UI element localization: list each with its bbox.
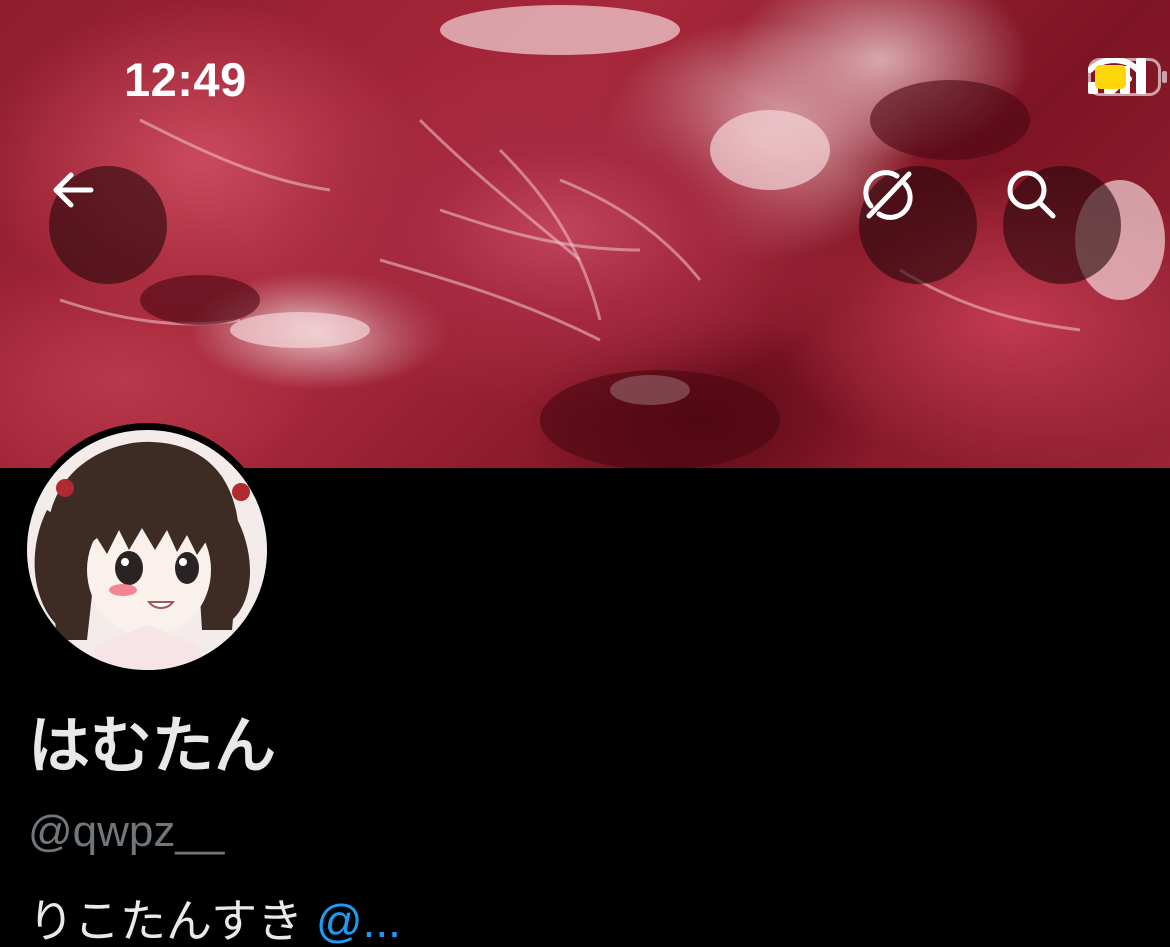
bio: りこたんすき @... [28,898,401,944]
status-time: 12:49 [124,53,247,106]
avatar[interactable] [20,423,274,677]
arrow-left-icon [53,172,94,208]
profile-banner[interactable]: 12:49 [0,0,1170,468]
search-icon [1007,170,1056,219]
bio-text: りこたんすき [28,895,304,947]
back-button[interactable] [49,166,167,284]
grok-button[interactable] [859,166,977,284]
bio-mention-link[interactable]: @... [316,895,401,947]
search-button[interactable] [1003,166,1121,284]
battery-icon [1088,58,1167,96]
grok-icon [863,170,913,220]
handle: @qwpz__ [28,807,225,856]
avatar-image [27,430,267,670]
display-name: はむたん [28,712,277,781]
